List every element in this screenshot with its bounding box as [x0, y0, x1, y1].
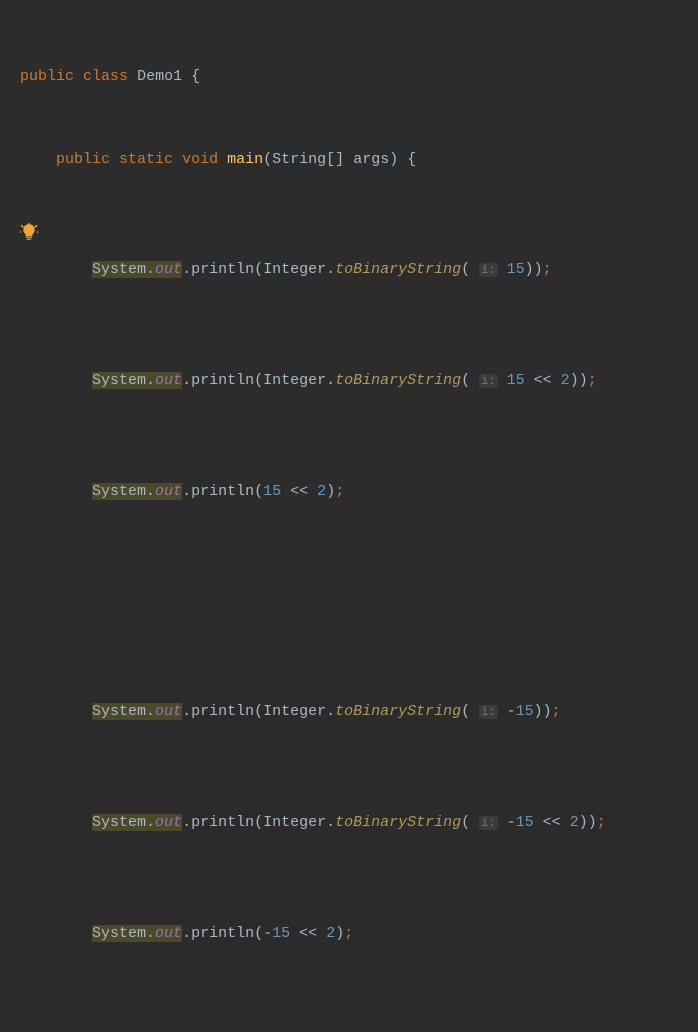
code-line: System.out.println(Integer.toBinaryStrin… [0, 809, 698, 838]
code-line: public class Demo1 { [0, 63, 698, 91]
param-hint: i: [479, 816, 497, 830]
param-hint: i: [479, 705, 497, 719]
code-line: System.out.println(15 << 2); [0, 478, 698, 506]
lightbulb-icon[interactable] [20, 223, 38, 241]
code-line [0, 588, 698, 616]
code-editor[interactable]: public class Demo1 { public static void … [0, 0, 698, 1032]
code-line: System.out.println(-15 << 2); [0, 920, 698, 948]
code-line: System.out.println(Integer.toBinaryStrin… [0, 367, 698, 396]
code-line: } [0, 1030, 698, 1032]
param-hint: i: [479, 374, 497, 388]
code-line: System.out.println(Integer.toBinaryStrin… [0, 256, 698, 285]
code-line: System.out.println(Integer.toBinaryStrin… [0, 698, 698, 727]
param-hint: i: [479, 263, 497, 277]
code-line: public static void main(String[] args) { [0, 146, 698, 174]
